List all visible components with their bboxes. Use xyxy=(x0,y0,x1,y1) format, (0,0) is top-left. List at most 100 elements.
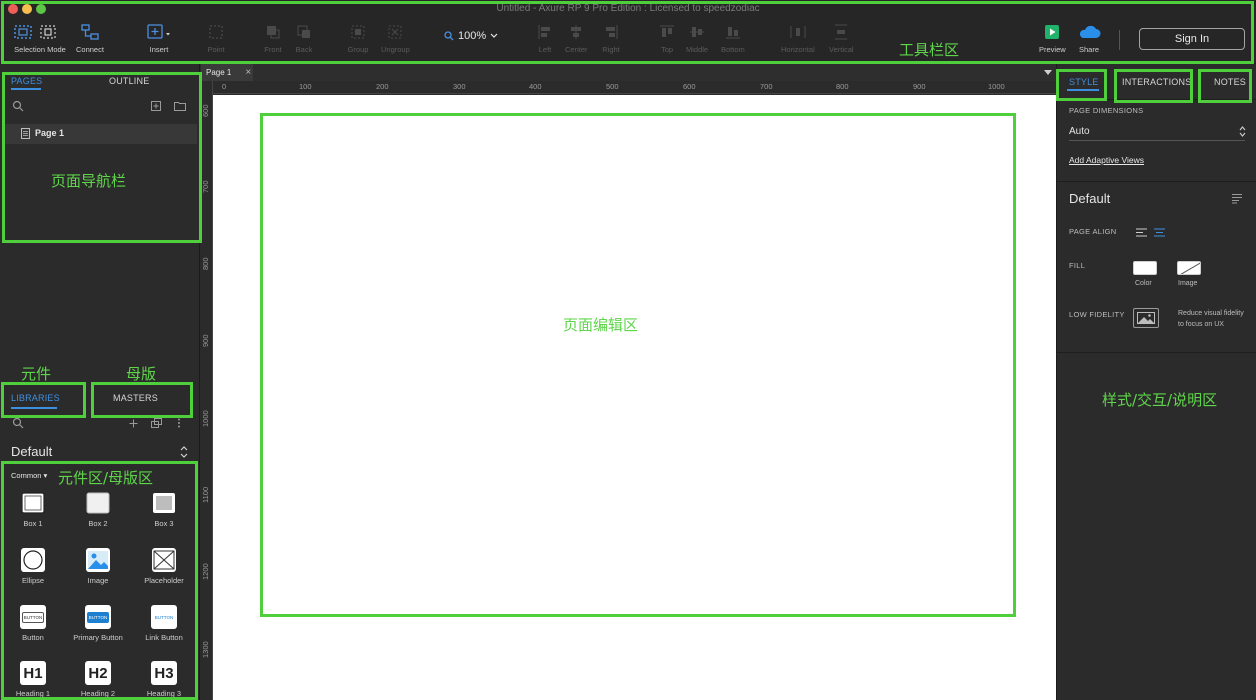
low-fidelity-desc-line2: to focus on UX xyxy=(1178,321,1224,328)
ungroup-label: Ungroup xyxy=(381,45,410,54)
library-item-label: Image xyxy=(87,576,109,585)
align-top-icon xyxy=(660,25,674,37)
align-bottom-icon xyxy=(725,27,740,39)
add-page-icon[interactable] xyxy=(151,101,161,111)
tab-libraries[interactable]: LIBRARIES xyxy=(11,393,60,403)
preview-button[interactable]: Preview xyxy=(1039,22,1066,54)
ruler-mark: 1100 xyxy=(201,486,210,503)
add-adaptive-views-link[interactable]: Add Adaptive Views xyxy=(1069,155,1144,165)
updown-chevron-icon[interactable] xyxy=(180,446,188,458)
connect-icon xyxy=(81,24,99,40)
library-item-heading3[interactable]: H3 Heading 3 xyxy=(131,661,197,698)
ruler-mark: 800 xyxy=(201,257,210,270)
library-item-heading1[interactable]: H1 Heading 1 xyxy=(0,661,66,698)
page-canvas[interactable] xyxy=(213,95,1056,700)
library-item-box3[interactable]: Box 3 xyxy=(131,491,197,528)
tab-outline[interactable]: OUTLINE xyxy=(109,76,149,86)
library-search-icon[interactable] xyxy=(12,417,24,429)
page-list-item[interactable]: Page 1 xyxy=(4,124,197,144)
zoom-dropdown[interactable]: 100% xyxy=(444,30,498,42)
distribute-vertical-button[interactable]: Vertical xyxy=(829,22,854,54)
library-item-heading2[interactable]: H2 Heading 2 xyxy=(65,661,131,698)
tab-style[interactable]: STYLE xyxy=(1069,77,1099,87)
library-copy-icon[interactable] xyxy=(151,418,163,428)
library-select[interactable]: Default xyxy=(11,444,52,459)
window-title-bar: Untitled - Axure RP 9 Pro Edition : Lice… xyxy=(0,0,1256,18)
library-item-box2[interactable]: Box 2 xyxy=(65,491,131,528)
send-back-button[interactable]: Back xyxy=(293,22,315,54)
tab-masters[interactable]: MASTERS xyxy=(113,393,158,403)
library-item-button[interactable]: BUTTON Button xyxy=(0,605,66,642)
align-left-button[interactable]: Left xyxy=(534,22,556,54)
library-item-image[interactable]: Image xyxy=(65,548,131,585)
tab-interactions[interactable]: INTERACTIONS xyxy=(1122,77,1191,87)
low-fidelity-description: Reduce visual fidelity to focus on UX xyxy=(1178,308,1244,330)
fill-image-swatch[interactable] xyxy=(1177,261,1201,275)
library-item-box1[interactable]: Box 1 xyxy=(0,491,66,528)
box1-icon xyxy=(21,492,45,514)
inspector-annotation: 样式/交互/说明区 xyxy=(1102,391,1218,409)
library-item-label: Box 2 xyxy=(88,519,108,528)
align-middle-button[interactable]: Middle xyxy=(686,22,708,54)
tab-pages[interactable]: PAGES xyxy=(11,76,42,86)
tab-page-1[interactable]: Page 1 × xyxy=(201,64,253,81)
add-folder-icon[interactable] xyxy=(174,101,186,111)
align-right-button[interactable]: Right xyxy=(600,22,622,54)
distribute-vertical-label: Vertical xyxy=(829,45,854,54)
close-icon[interactable]: × xyxy=(245,67,251,78)
group-button[interactable]: Group xyxy=(347,22,369,54)
add-library-icon[interactable] xyxy=(129,419,138,428)
more-options-icon[interactable] xyxy=(177,418,181,428)
align-center-icon xyxy=(571,25,582,39)
ungroup-button[interactable]: Ungroup xyxy=(381,22,410,54)
tab-list-chevron-icon[interactable] xyxy=(1044,70,1052,76)
updown-chevron-icon[interactable] xyxy=(1239,126,1246,137)
low-fidelity-toggle[interactable] xyxy=(1133,308,1159,328)
library-area-annotation: 元件区/母版区 xyxy=(58,469,154,487)
style-name[interactable]: Default xyxy=(1069,191,1110,206)
search-icon[interactable] xyxy=(12,100,24,112)
page-list-label: Page 1 xyxy=(35,128,65,138)
page-align-label: PAGE ALIGN xyxy=(1069,227,1117,236)
connect-button[interactable]: Connect xyxy=(76,22,104,54)
send-back-icon xyxy=(297,25,310,38)
connect-label: Connect xyxy=(76,45,104,54)
align-left-icon[interactable] xyxy=(1136,228,1147,237)
insert-label: Insert xyxy=(149,45,169,54)
category-dropdown[interactable]: Common ▾ xyxy=(11,471,47,480)
vertical-ruler: 600 700 800 900 1000 1100 1200 1300 xyxy=(201,81,213,700)
link-button-preview: BUTTON xyxy=(154,614,174,620)
bring-front-button[interactable]: Front xyxy=(262,22,284,54)
page-icon xyxy=(21,128,30,139)
library-item-label: Ellipse xyxy=(21,576,45,585)
library-item-placeholder[interactable]: Placeholder xyxy=(131,548,197,585)
page-dimensions-select[interactable]: Auto xyxy=(1069,126,1090,137)
point-button[interactable]: Point xyxy=(205,22,227,54)
h1-preview: H1 xyxy=(20,661,46,685)
share-button[interactable]: Share xyxy=(1076,22,1102,54)
align-top-button[interactable]: Top xyxy=(656,22,678,54)
selection-contain-icon xyxy=(40,25,56,39)
ungroup-icon xyxy=(388,25,402,39)
fill-color-swatch[interactable] xyxy=(1133,261,1157,275)
library-item-label: Box 3 xyxy=(154,519,174,528)
align-center-button[interactable]: Center xyxy=(565,22,588,54)
library-item-link-button[interactable]: BUTTON Link Button xyxy=(131,605,197,642)
components-annotation: 元件 xyxy=(21,365,52,383)
align-center-icon[interactable] xyxy=(1154,228,1165,237)
selection-mode-button[interactable]: Selection Mode xyxy=(10,22,70,54)
align-top-label: Top xyxy=(660,45,674,54)
distribute-horizontal-button[interactable]: Horizontal xyxy=(781,22,815,54)
page-dimensions-label: PAGE DIMENSIONS xyxy=(1069,106,1144,115)
library-item-label: Heading 1 xyxy=(15,689,51,698)
sign-in-button[interactable]: Sign In xyxy=(1139,28,1245,50)
library-item-primary-button[interactable]: BUTTON Primary Button xyxy=(65,605,131,642)
align-bottom-button[interactable]: Bottom xyxy=(721,22,745,54)
style-manager-icon[interactable] xyxy=(1231,193,1243,204)
horizontal-ruler: 0 100 200 300 400 500 600 700 800 900 10… xyxy=(213,81,1056,94)
library-item-ellipse[interactable]: Ellipse xyxy=(0,548,66,585)
pages-nav-annotation: 页面导航栏 xyxy=(51,172,127,190)
tab-notes[interactable]: NOTES xyxy=(1214,77,1246,87)
insert-button[interactable]: Insert xyxy=(144,22,174,54)
ruler-mark: 400 xyxy=(529,82,542,91)
